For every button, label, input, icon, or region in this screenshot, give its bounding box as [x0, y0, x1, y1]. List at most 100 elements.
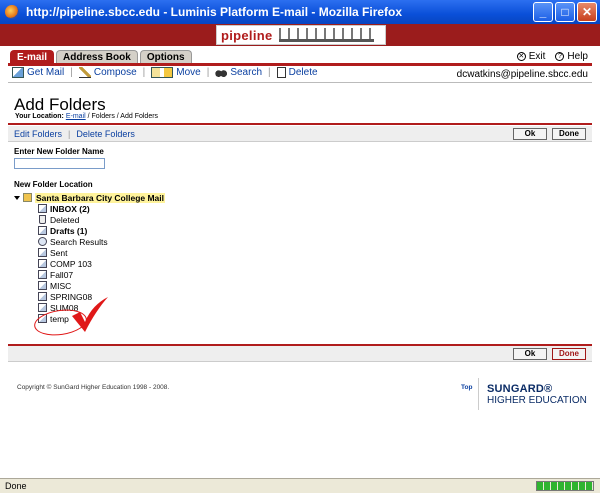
breadcrumb: Your Location: E-mail / Folders / Add Fo… [15, 113, 158, 120]
search-folder-icon [38, 237, 47, 246]
folder-label: Drafts (1) [50, 225, 88, 236]
bottom-buttons: Ok Done [513, 348, 586, 360]
move-label: Move [176, 67, 201, 78]
new-folder-location-label: New Folder Location [14, 180, 93, 189]
top-link[interactable]: Top [461, 384, 472, 391]
firefox-icon [5, 5, 19, 19]
edit-folders-link[interactable]: Edit Folders [14, 129, 62, 139]
link-separator: | [68, 129, 71, 139]
folder-icon [38, 292, 47, 301]
folder-label: Sent [50, 247, 68, 258]
compose-icon [78, 67, 91, 78]
done-button-bottom[interactable]: Done [552, 348, 586, 360]
new-folder-name-input[interactable] [14, 158, 105, 169]
folder-tree: Santa Barbara City College Mail INBOX (2… [14, 192, 166, 324]
folder-icon [38, 226, 47, 235]
window-title: http://pipeline.sbcc.edu - Luminis Platf… [26, 5, 403, 19]
window-controls: _ □ ✕ [533, 2, 597, 22]
search-label: Search [230, 67, 263, 78]
breadcrumb-email-link[interactable]: E-mail [66, 113, 86, 120]
page-title: Add Folders [14, 95, 106, 114]
folder-label: Search Results [50, 236, 108, 247]
sungard-logo: SUNGARD® HIGHER EDUCATION [487, 383, 587, 407]
footer-divider [478, 378, 479, 410]
tab-options[interactable]: Options [139, 50, 192, 64]
folder-sent[interactable]: Sent [38, 247, 68, 258]
delete-button[interactable]: Delete [271, 67, 324, 78]
compose-label: Compose [93, 67, 137, 78]
top-links: ✕ Exit ? Help [516, 51, 588, 62]
folder-inbox[interactable]: INBOX (2) [38, 203, 90, 214]
checkmark-icon [72, 297, 108, 332]
get-mail-label: Get Mail [27, 67, 65, 78]
folder-label: INBOX (2) [50, 203, 90, 214]
breadcrumb-rest: / Folders / Add Folders [85, 113, 159, 120]
mail-toolbar: Get Mail | Compose | Move | Search | Del… [12, 67, 324, 78]
get-mail-icon [12, 67, 24, 78]
get-mail-button[interactable]: Get Mail [12, 67, 70, 78]
help-icon: ? [555, 52, 565, 61]
help-link[interactable]: ? Help [555, 51, 588, 62]
folder-icon [38, 259, 47, 268]
top-buttons: Ok Done [513, 128, 586, 140]
breadcrumb-label: Your Location: [15, 113, 64, 120]
folder-action-links: Edit Folders | Delete Folders [14, 129, 135, 139]
pipeline-logo: pipeline [216, 25, 386, 45]
folder-label: MISC [50, 280, 72, 291]
exit-link[interactable]: ✕ Exit [516, 51, 546, 62]
window-titlebar: http://pipeline.sbcc.edu - Luminis Platf… [0, 0, 600, 24]
folder-icon [38, 270, 47, 279]
trash-icon [276, 67, 286, 78]
folder-icon [38, 281, 47, 290]
sungard-brand-line1: SUNGARD® [487, 383, 553, 395]
folder-deleted[interactable]: Deleted [38, 214, 79, 225]
palm-trees-graphic [278, 28, 374, 42]
search-button[interactable]: Search [209, 67, 268, 78]
compose-button[interactable]: Compose [73, 67, 143, 78]
toolbar-divider [8, 82, 592, 83]
help-label: Help [567, 51, 588, 62]
sungard-brand-line2: HIGHER EDUCATION [487, 395, 587, 406]
tab-underline [8, 63, 592, 66]
exit-icon: ✕ [516, 52, 526, 61]
section-divider-top [8, 123, 592, 125]
folder-search-results[interactable]: Search Results [38, 236, 108, 247]
folder-drafts[interactable]: Drafts (1) [38, 225, 87, 236]
close-button[interactable]: ✕ [577, 2, 597, 22]
minimize-button[interactable]: _ [533, 2, 553, 22]
folder-misc[interactable]: MISC [38, 280, 71, 291]
move-button[interactable]: Move [145, 67, 206, 78]
mail-account-icon [23, 193, 32, 202]
done-button-top[interactable]: Done [552, 128, 586, 140]
folder-icon [38, 303, 47, 312]
move-icon [151, 67, 174, 78]
tab-address-book[interactable]: Address Book [56, 50, 138, 64]
copyright-text: Copyright © SunGard Higher Education 199… [17, 384, 170, 391]
exit-label: Exit [528, 51, 546, 62]
folder-label: COMP 103 [50, 258, 92, 269]
tree-root[interactable]: Santa Barbara City College Mail [14, 192, 166, 203]
pipeline-logo-text: pipeline [221, 27, 273, 43]
user-email: dcwatkins@pipeline.sbcc.edu [456, 69, 588, 80]
ok-button-top[interactable]: Ok [513, 128, 547, 140]
delete-folders-link[interactable]: Delete Folders [76, 129, 135, 139]
status-text: Done [5, 481, 27, 491]
folder-fall07[interactable]: Fall07 [38, 269, 73, 280]
folder-label: Fall07 [50, 269, 74, 280]
action-bar-bottom: Ok Done [8, 346, 592, 362]
tab-email[interactable]: E-mail [10, 50, 55, 64]
main-tabs: E-mail Address Book Options [10, 50, 192, 64]
action-bar-top: Edit Folders | Delete Folders Ok Done [8, 126, 592, 142]
ok-button-bottom[interactable]: Ok [513, 348, 547, 360]
tree-root-label: Santa Barbara City College Mail [35, 192, 166, 203]
trash-icon [39, 215, 46, 224]
delete-label: Delete [288, 67, 318, 78]
pipeline-banner: pipeline [0, 24, 600, 46]
binoculars-icon [215, 67, 228, 78]
collapse-arrow-icon[interactable] [14, 195, 20, 200]
inbox-icon [38, 204, 47, 213]
new-folder-name-label: Enter New Folder Name [14, 147, 104, 156]
maximize-button[interactable]: □ [555, 2, 575, 22]
folder-comp-103[interactable]: COMP 103 [38, 258, 92, 269]
folder-label: Deleted [50, 214, 80, 225]
